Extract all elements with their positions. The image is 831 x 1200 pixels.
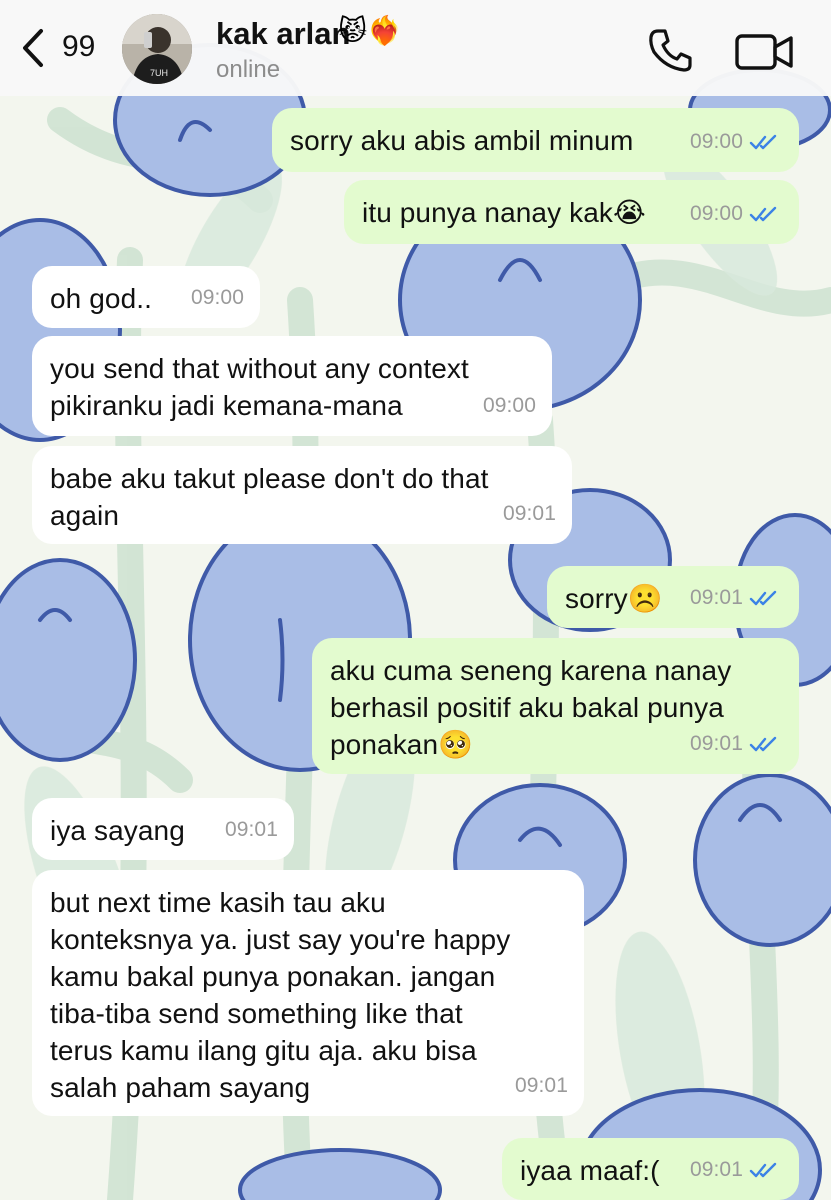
message-time: 09:00 bbox=[482, 394, 536, 417]
message-time: 09:00 bbox=[190, 286, 244, 309]
back-button[interactable]: 99 bbox=[14, 22, 114, 72]
message-meta: 09:00 bbox=[690, 123, 779, 160]
message-meta: 09:01 bbox=[690, 579, 779, 616]
read-ticks-icon bbox=[749, 206, 777, 221]
message-time: 09:00 bbox=[689, 202, 743, 225]
message-list[interactable]: sorry aku abis ambil minum 09:00 itu pun… bbox=[0, 96, 831, 1200]
message-bubble-outgoing[interactable]: sorry☹️ 09:01 bbox=[547, 566, 799, 628]
message-meta: 09:01 bbox=[503, 495, 556, 532]
message-meta: 09:00 bbox=[483, 387, 536, 424]
message-bubble-incoming[interactable]: iya sayang 09:01 bbox=[32, 798, 294, 860]
message-bubble-incoming[interactable]: oh god.. 09:00 bbox=[32, 266, 260, 328]
message-time: 09:01 bbox=[502, 502, 556, 525]
avatar-image: 7UH bbox=[122, 14, 192, 84]
message-time: 09:01 bbox=[514, 1074, 568, 1097]
read-ticks-icon bbox=[749, 736, 777, 751]
message-meta: 09:01 bbox=[515, 1067, 568, 1104]
message-meta: 09:00 bbox=[690, 195, 779, 232]
contact-status: online bbox=[216, 56, 281, 83]
message-time: 09:01 bbox=[224, 818, 278, 841]
message-time: 09:00 bbox=[689, 130, 743, 153]
message-meta: 09:01 bbox=[690, 725, 779, 762]
message-bubble-outgoing[interactable]: aku cuma seneng karena nanay berhasil po… bbox=[312, 638, 799, 774]
unread-count: 99 bbox=[62, 30, 96, 63]
message-bubble-outgoing[interactable]: sorry aku abis ambil minum 09:00 bbox=[272, 108, 799, 172]
message-time: 09:01 bbox=[689, 1158, 743, 1181]
message-meta: 09:01 bbox=[225, 811, 278, 848]
message-bubble-incoming[interactable]: you send that without any context pikira… bbox=[32, 336, 552, 436]
message-meta: 09:00 bbox=[191, 279, 244, 316]
phone-icon bbox=[649, 29, 692, 72]
message-text: but next time kasih tau aku konteksnya y… bbox=[50, 887, 511, 1103]
contact-name-emoji: 😾❤️‍🔥 bbox=[338, 15, 403, 46]
message-text: you send that without any context pikira… bbox=[50, 353, 469, 421]
chat-header: 99 7UH kak arlan 😾❤️‍🔥 online bbox=[0, 0, 831, 96]
video-call-button[interactable] bbox=[734, 30, 796, 74]
read-ticks-icon bbox=[749, 590, 777, 605]
message-bubble-incoming[interactable]: babe aku takut please don't do that agai… bbox=[32, 446, 572, 544]
avatar[interactable]: 7UH bbox=[122, 14, 192, 84]
read-ticks-icon bbox=[749, 1162, 777, 1177]
message-time: 09:01 bbox=[689, 732, 743, 755]
video-camera-icon bbox=[735, 34, 793, 70]
contact-name[interactable]: kak arlan bbox=[216, 16, 350, 52]
message-time: 09:01 bbox=[689, 586, 743, 609]
call-button[interactable] bbox=[646, 26, 694, 74]
message-bubble-incoming[interactable]: but next time kasih tau aku konteksnya y… bbox=[32, 870, 584, 1116]
message-bubble-outgoing[interactable]: iyaa maaf:( 09:01 bbox=[502, 1138, 799, 1200]
svg-text:7UH: 7UH bbox=[150, 68, 168, 78]
message-bubble-outgoing[interactable]: itu punya nanay kak😭 09:00 bbox=[344, 180, 799, 244]
message-meta: 09:01 bbox=[690, 1151, 779, 1188]
chevron-left-icon bbox=[23, 29, 43, 67]
message-text: babe aku takut please don't do that agai… bbox=[50, 463, 489, 531]
read-ticks-icon bbox=[749, 134, 777, 149]
